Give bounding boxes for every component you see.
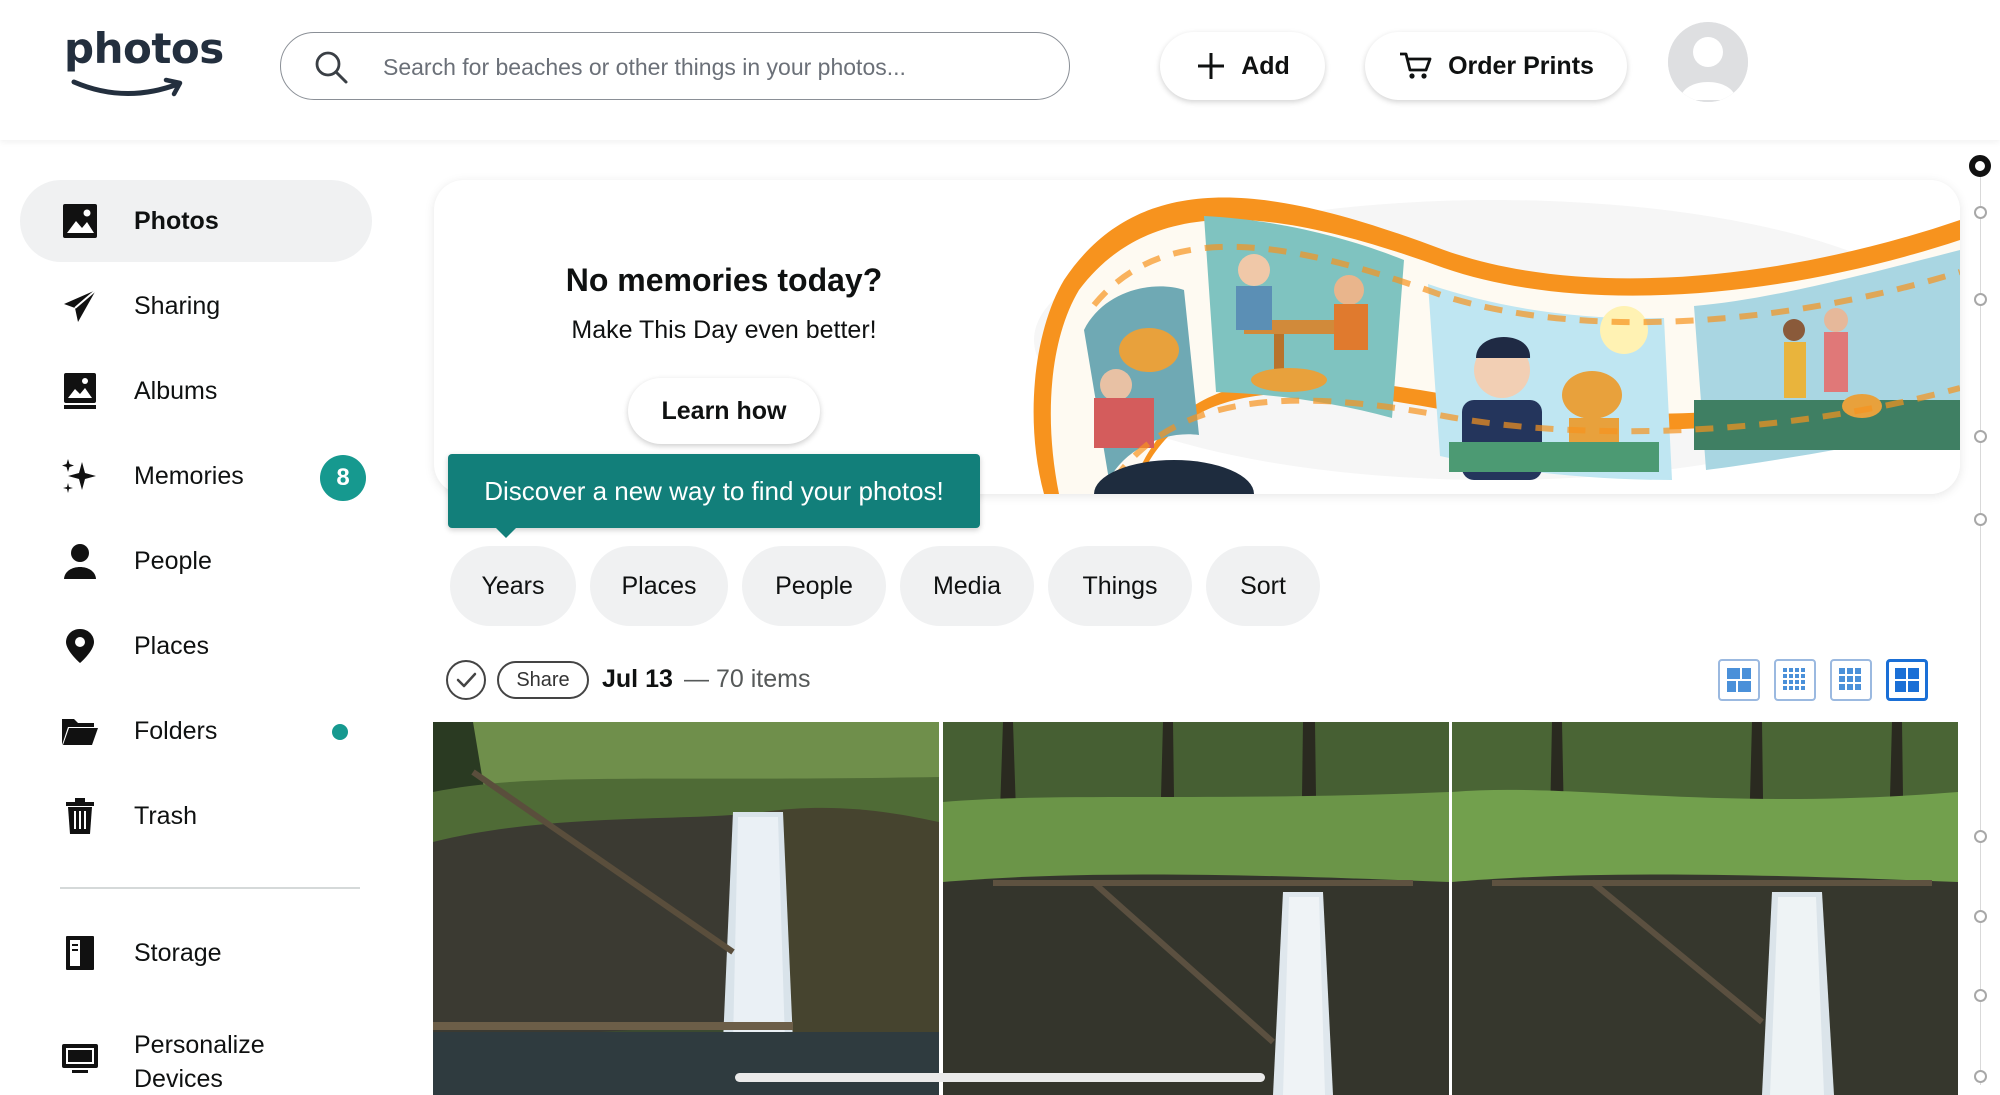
timeline-marker-current[interactable] [1969, 155, 1991, 177]
large-grid-view-button[interactable] [1886, 659, 1928, 701]
sidebar-item-label: Albums [134, 376, 218, 405]
medium-grid-view-icon [1839, 668, 1861, 690]
sidebar-item-storage[interactable]: Storage [20, 912, 372, 994]
large-mosaic-view-button[interactable] [1718, 659, 1760, 701]
tooltip-pointer [494, 526, 518, 538]
date-heading: Jul 13 [602, 665, 673, 693]
location-pin-icon [66, 629, 94, 663]
smile-arrow-icon [71, 77, 183, 97]
monitor-icon [62, 1044, 98, 1073]
folder-icon [62, 719, 98, 745]
sidebar-item-label: Memories [134, 461, 244, 490]
album-icon [64, 373, 96, 409]
photo-thumbnail[interactable] [433, 722, 939, 1095]
sidebar-item-sharing[interactable]: Sharing [20, 265, 372, 347]
horizontal-scrollbar[interactable] [735, 1073, 1265, 1082]
filter-chip-people[interactable]: People [742, 546, 886, 626]
learn-how-button[interactable]: Learn how [628, 378, 820, 444]
search-placeholder: Search for beaches or other things in yo… [383, 54, 906, 80]
share-day-button[interactable]: Share [497, 661, 589, 699]
sidebar-item-label: Personalize Devices [134, 1031, 265, 1093]
amazon-photos-logo[interactable]: photos [64, 24, 224, 104]
waterfall-photo [943, 722, 1449, 1095]
sidebar-divider [60, 887, 360, 889]
filter-chip-sort[interactable]: Sort [1206, 546, 1320, 626]
discover-tooltip: Discover a new way to find your photos! [448, 454, 980, 528]
add-label: Add [1241, 51, 1290, 80]
logo-wordmark: photos [64, 24, 224, 73]
sidebar-item-people[interactable]: People [20, 520, 372, 602]
timeline-marker[interactable] [1974, 293, 1987, 306]
trash-icon [66, 798, 94, 834]
sidebar-item-label: People [134, 546, 212, 575]
banner-title: No memories today? [565, 262, 883, 298]
sparkle-icon [62, 459, 96, 493]
sidebar-item-label: Sharing [134, 291, 221, 320]
film-strip-illustration [1024, 180, 1960, 494]
sidebar-item-label: Places [134, 631, 210, 660]
memories-banner: No memories today? Make This Day even be… [434, 180, 1960, 494]
add-button[interactable]: Add [1160, 32, 1325, 100]
checkmark-icon [456, 672, 477, 688]
timeline-marker[interactable] [1974, 1070, 1987, 1083]
storage-icon [66, 936, 94, 970]
banner-subtitle: Make This Day even better! [571, 316, 877, 344]
plus-icon [1198, 53, 1225, 79]
sidebar-item-folders[interactable]: Folders [20, 690, 372, 772]
medium-grid-view-button[interactable] [1830, 659, 1872, 701]
sidebar-item-photos[interactable]: Photos [20, 180, 372, 262]
filter-chip-things[interactable]: Things [1048, 546, 1192, 626]
timeline-marker[interactable] [1974, 989, 1987, 1002]
search-input[interactable]: Search for beaches or other things in yo… [280, 32, 1070, 100]
cart-icon [1400, 52, 1432, 79]
waterfall-photo [433, 722, 939, 1095]
photo-thumbnail[interactable] [943, 722, 1449, 1095]
sidebar-item-personalize-devices[interactable]: Personalize Devices [20, 1017, 372, 1095]
small-grid-view-button[interactable] [1774, 659, 1816, 701]
item-count: 70 items [716, 665, 811, 693]
timeline-marker[interactable] [1974, 910, 1987, 923]
timeline-marker[interactable] [1974, 830, 1987, 843]
large-mosaic-view-icon [1727, 668, 1751, 692]
sidebar-item-label: Storage [134, 938, 222, 967]
user-avatar[interactable] [1668, 22, 1748, 102]
sidebar-item-label: Trash [134, 801, 197, 830]
select-day-checkbox[interactable] [446, 660, 486, 700]
timeline-marker[interactable] [1974, 513, 1987, 526]
memories-count-badge: 8 [320, 455, 366, 501]
search-icon [315, 51, 348, 84]
default-user-icon [1668, 22, 1748, 102]
sidebar-nav: Photos Sharing Albums Memories 8 People … [0, 140, 400, 1095]
date-separator: — [684, 665, 709, 693]
image-icon [63, 204, 97, 238]
large-grid-view-icon [1895, 668, 1919, 692]
person-icon [64, 544, 96, 579]
sidebar-item-places[interactable]: Places [20, 605, 372, 687]
sidebar-item-trash[interactable]: Trash [20, 775, 372, 857]
filter-chip-years[interactable]: Years [450, 546, 576, 626]
timeline-marker[interactable] [1974, 430, 1987, 443]
order-prints-label: Order Prints [1448, 51, 1594, 80]
folders-notification-dot [332, 724, 348, 740]
filter-chip-media[interactable]: Media [900, 546, 1034, 626]
film-frame-friends [1428, 284, 1672, 480]
paper-plane-icon [64, 289, 97, 322]
sidebar-item-label: Photos [134, 206, 219, 235]
sidebar-item-memories[interactable]: Memories 8 [20, 435, 372, 517]
timeline-marker[interactable] [1974, 206, 1987, 219]
photo-thumbnail[interactable] [1452, 722, 1958, 1095]
top-header: photos Search for beaches or other thing… [0, 0, 2000, 140]
sidebar-item-label: Folders [134, 716, 218, 745]
small-grid-view-icon [1783, 668, 1805, 690]
order-prints-button[interactable]: Order Prints [1365, 32, 1627, 100]
waterfall-photo [1452, 722, 1958, 1095]
sidebar-item-albums[interactable]: Albums [20, 350, 372, 432]
filter-chip-places[interactable]: Places [590, 546, 728, 626]
